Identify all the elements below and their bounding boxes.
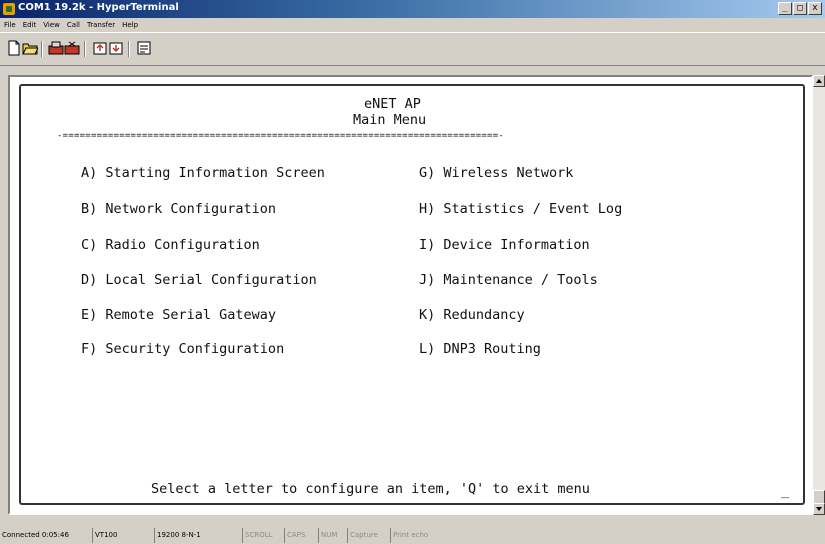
menu-option-h[interactable]: H) Statistics / Event Log: [419, 201, 622, 217]
status-connected: Connected 0:05:46: [2, 531, 69, 539]
menu-option-a[interactable]: A) Starting Information Screen: [81, 165, 325, 181]
terminal-screen[interactable]: eNET AP Main Menu -=====================…: [8, 75, 813, 515]
status-port-settings: 19200 8-N-1: [154, 528, 240, 543]
status-print-echo: Print echo: [390, 528, 450, 543]
menu-option-k[interactable]: K) Redundancy: [419, 307, 525, 323]
toolbar-separator: [84, 41, 86, 57]
terminal-cursor: _: [781, 483, 790, 499]
new-icon[interactable]: [6, 40, 22, 56]
terminal-border: [19, 84, 805, 505]
menu-option-g[interactable]: G) Wireless Network: [419, 165, 573, 181]
connect-icon[interactable]: [48, 40, 64, 56]
menu-option-f[interactable]: F) Security Configuration: [81, 341, 284, 357]
menu-transfer[interactable]: Transfer: [87, 18, 115, 32]
menu-option-j[interactable]: J) Maintenance / Tools: [419, 272, 598, 288]
close-button[interactable]: x: [808, 2, 822, 15]
menu-header-subtitle: Main Menu: [353, 112, 427, 128]
title-bar: COM1 19.2k - HyperTerminal _ □ x: [0, 0, 825, 18]
menu-prompt: Select a letter to configure an item, 'Q…: [151, 481, 590, 497]
status-bar: Connected 0:05:46 VT100 19200 8-N-1 SCRO…: [0, 527, 825, 544]
scroll-down-icon[interactable]: [813, 503, 825, 515]
disconnect-icon[interactable]: [64, 40, 80, 56]
menu-option-c[interactable]: C) Radio Configuration: [81, 237, 260, 253]
status-caps: CAPS: [284, 528, 316, 543]
status-num: NUM: [318, 528, 345, 543]
toolbar-separator: [41, 41, 43, 57]
toolbar-separator: [128, 41, 130, 57]
menu-option-e[interactable]: E) Remote Serial Gateway: [81, 307, 276, 323]
minimize-button[interactable]: _: [778, 2, 792, 15]
status-emulation: VT100: [92, 528, 152, 543]
toolbar: [0, 32, 825, 66]
status-scroll: SCROLL: [242, 528, 282, 543]
menu-option-l[interactable]: L) DNP3 Routing: [419, 341, 541, 357]
properties-icon[interactable]: [136, 40, 152, 56]
menu-bar: File Edit View Call Transfer Help: [0, 18, 825, 32]
open-icon[interactable]: [22, 40, 39, 56]
menu-option-i[interactable]: I) Device Information: [419, 237, 590, 253]
vertical-scrollbar[interactable]: [813, 75, 825, 515]
menu-help[interactable]: Help: [122, 18, 138, 32]
window-title: COM1 19.2k - HyperTerminal: [18, 2, 179, 13]
send-icon[interactable]: [92, 40, 108, 56]
maximize-button[interactable]: □: [793, 2, 807, 15]
receive-icon[interactable]: [108, 40, 124, 56]
scroll-up-icon[interactable]: [813, 75, 825, 87]
hyperterminal-icon[interactable]: [3, 3, 15, 15]
menu-option-d[interactable]: D) Local Serial Configuration: [81, 272, 317, 288]
menu-file[interactable]: File: [4, 18, 16, 32]
menu-header-title: eNET AP: [364, 96, 421, 112]
status-capture: Capture: [347, 528, 388, 543]
menu-divider: -=======================================…: [57, 131, 505, 141]
menu-view[interactable]: View: [43, 18, 60, 32]
menu-option-b[interactable]: B) Network Configuration: [81, 201, 276, 217]
menu-edit[interactable]: Edit: [23, 18, 37, 32]
menu-call[interactable]: Call: [67, 18, 80, 32]
